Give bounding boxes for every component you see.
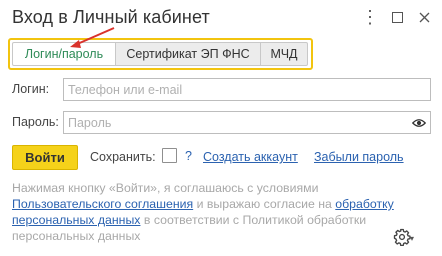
maximize-icon[interactable] — [388, 8, 406, 26]
consent-text-part1: Нажимая кнопку «Войти», я соглашаюсь с у… — [12, 181, 319, 195]
help-icon[interactable]: ? — [185, 149, 192, 163]
user-agreement-link[interactable]: Пользовательского соглашения — [12, 197, 193, 211]
consent-text-part2: и выражаю согласие на — [193, 197, 336, 211]
auth-method-tabs: Логин/пароль Сертификат ЭП ФНС МЧД — [8, 38, 313, 70]
show-password-button[interactable] — [408, 111, 431, 134]
consent-text: Нажимая кнопку «Войти», я соглашаюсь с у… — [12, 180, 412, 244]
login-button[interactable]: Войти — [12, 145, 78, 170]
close-icon[interactable] — [415, 8, 433, 26]
password-input[interactable] — [63, 111, 409, 134]
tab-mchd[interactable]: МЧД — [260, 42, 308, 66]
login-label: Логин: — [12, 82, 50, 96]
settings-dropdown-icon[interactable]: ▾ — [410, 234, 414, 243]
window-title: Вход в Личный кабинет — [12, 7, 210, 27]
tab-fns-certificate[interactable]: Сертификат ЭП ФНС — [115, 42, 261, 66]
forgot-password-link[interactable]: Забыли пароль — [314, 150, 404, 164]
login-input[interactable] — [63, 78, 431, 101]
tab-login-password[interactable]: Логин/пароль — [12, 42, 116, 66]
gear-icon[interactable] — [393, 228, 411, 246]
save-checkbox[interactable] — [162, 148, 177, 163]
kebab-menu-icon[interactable]: ⋮ — [361, 8, 379, 26]
create-account-link[interactable]: Создать аккаунт — [203, 150, 298, 164]
save-label: Сохранить: — [90, 150, 156, 164]
eye-icon — [412, 118, 426, 127]
password-label: Пароль: — [12, 115, 59, 129]
